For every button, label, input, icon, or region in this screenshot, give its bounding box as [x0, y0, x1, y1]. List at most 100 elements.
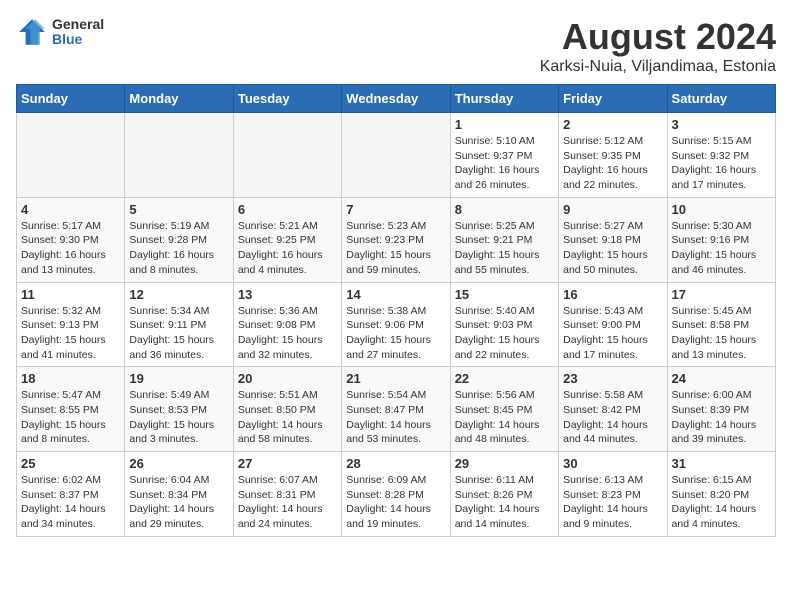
weekday-header-friday: Friday	[559, 85, 667, 113]
day-number: 15	[455, 287, 554, 302]
day-number: 16	[563, 287, 662, 302]
day-info: Sunrise: 6:00 AM Sunset: 8:39 PM Dayligh…	[672, 388, 771, 447]
week-row-5: 25 Sunrise: 6:02 AM Sunset: 8:37 PM Dayli…	[17, 452, 776, 537]
day-number: 7	[346, 202, 445, 217]
weekday-header-thursday: Thursday	[450, 85, 558, 113]
day-number: 13	[238, 287, 337, 302]
day-number: 25	[21, 456, 120, 471]
logo-icon	[16, 16, 48, 48]
day-number: 2	[563, 117, 662, 132]
weekday-header-row: SundayMondayTuesdayWednesdayThursdayFrid…	[17, 85, 776, 113]
calendar-cell: 1 Sunrise: 5:10 AM Sunset: 9:37 PM Daylig…	[450, 113, 558, 198]
calendar-body: 1 Sunrise: 5:10 AM Sunset: 9:37 PM Daylig…	[17, 113, 776, 537]
day-number: 20	[238, 371, 337, 386]
day-number: 23	[563, 371, 662, 386]
calendar-cell: 11Sunrise: 5:32 AM Sunset: 9:13 PM Dayli…	[17, 282, 125, 367]
day-number: 9	[563, 202, 662, 217]
day-number: 30	[563, 456, 662, 471]
week-row-3: 11Sunrise: 5:32 AM Sunset: 9:13 PM Dayli…	[17, 282, 776, 367]
logo-general: General	[52, 17, 104, 32]
day-info: Sunrise: 6:13 AM Sunset: 8:23 PM Dayligh…	[563, 473, 662, 532]
day-info: Sunrise: 5:34 AM Sunset: 9:11 PM Dayligh…	[129, 304, 228, 363]
calendar-cell: 8Sunrise: 5:25 AM Sunset: 9:21 PM Daylig…	[450, 197, 558, 282]
day-info: Sunrise: 5:36 AM Sunset: 9:08 PM Dayligh…	[238, 304, 337, 363]
day-number: 21	[346, 371, 445, 386]
day-number: 5	[129, 202, 228, 217]
day-number: 6	[238, 202, 337, 217]
day-info: Sunrise: 5:45 AM Sunset: 8:58 PM Dayligh…	[672, 304, 771, 363]
calendar-cell: 7 Sunrise: 5:23 AM Sunset: 9:23 PM Daylig…	[342, 197, 450, 282]
calendar-table: SundayMondayTuesdayWednesdayThursdayFrid…	[16, 84, 776, 537]
day-info: Sunrise: 5:56 AM Sunset: 8:45 PM Dayligh…	[455, 388, 554, 447]
day-number: 26	[129, 456, 228, 471]
week-row-4: 18Sunrise: 5:47 AM Sunset: 8:55 PM Dayli…	[17, 367, 776, 452]
calendar-cell: 27Sunrise: 6:07 AM Sunset: 8:31 PM Dayli…	[233, 452, 341, 537]
day-info: Sunrise: 5:54 AM Sunset: 8:47 PM Dayligh…	[346, 388, 445, 447]
calendar-cell	[17, 113, 125, 198]
day-number: 4	[21, 202, 120, 217]
day-info: Sunrise: 5:32 AM Sunset: 9:13 PM Dayligh…	[21, 304, 120, 363]
week-row-1: 1 Sunrise: 5:10 AM Sunset: 9:37 PM Daylig…	[17, 113, 776, 198]
weekday-header-tuesday: Tuesday	[233, 85, 341, 113]
weekday-header-wednesday: Wednesday	[342, 85, 450, 113]
calendar-cell: 2 Sunrise: 5:12 AM Sunset: 9:35 PM Daylig…	[559, 113, 667, 198]
day-info: Sunrise: 5:51 AM Sunset: 8:50 PM Dayligh…	[238, 388, 337, 447]
calendar-cell: 15 Sunrise: 5:40 AM Sunset: 9:03 PM Dayli…	[450, 282, 558, 367]
calendar-cell	[233, 113, 341, 198]
month-title: August 2024	[540, 16, 776, 58]
header: General Blue August 2024 Karksi-Nuia, Vi…	[16, 16, 776, 76]
day-info: Sunrise: 5:30 AM Sunset: 9:16 PM Dayligh…	[672, 219, 771, 278]
calendar-cell: 3Sunrise: 5:15 AM Sunset: 9:32 PM Daylig…	[667, 113, 775, 198]
calendar-cell: 12Sunrise: 5:34 AM Sunset: 9:11 PM Dayli…	[125, 282, 233, 367]
day-info: Sunrise: 5:23 AM Sunset: 9:23 PM Dayligh…	[346, 219, 445, 278]
calendar-cell: 17Sunrise: 5:45 AM Sunset: 8:58 PM Dayli…	[667, 282, 775, 367]
day-info: Sunrise: 5:58 AM Sunset: 8:42 PM Dayligh…	[563, 388, 662, 447]
day-info: Sunrise: 5:27 AM Sunset: 9:18 PM Dayligh…	[563, 219, 662, 278]
day-number: 14	[346, 287, 445, 302]
day-number: 24	[672, 371, 771, 386]
calendar-cell: 14 Sunrise: 5:38 AM Sunset: 9:06 PM Dayli…	[342, 282, 450, 367]
calendar-cell: 31Sunrise: 6:15 AM Sunset: 8:20 PM Dayli…	[667, 452, 775, 537]
day-info: Sunrise: 5:38 AM Sunset: 9:06 PM Dayligh…	[346, 304, 445, 363]
calendar-cell: 16 Sunrise: 5:43 AM Sunset: 9:00 PM Dayli…	[559, 282, 667, 367]
calendar-cell: 20 Sunrise: 5:51 AM Sunset: 8:50 PM Dayli…	[233, 367, 341, 452]
weekday-header-monday: Monday	[125, 85, 233, 113]
day-number: 22	[455, 371, 554, 386]
calendar-cell	[125, 113, 233, 198]
weekday-header-sunday: Sunday	[17, 85, 125, 113]
day-info: Sunrise: 6:11 AM Sunset: 8:26 PM Dayligh…	[455, 473, 554, 532]
title-area: August 2024 Karksi-Nuia, Viljandimaa, Es…	[540, 16, 776, 76]
day-number: 10	[672, 202, 771, 217]
day-number: 1	[455, 117, 554, 132]
day-info: Sunrise: 5:10 AM Sunset: 9:37 PM Dayligh…	[455, 134, 554, 193]
calendar-cell: 4Sunrise: 5:17 AM Sunset: 9:30 PM Daylig…	[17, 197, 125, 282]
week-row-2: 4Sunrise: 5:17 AM Sunset: 9:30 PM Daylig…	[17, 197, 776, 282]
day-info: Sunrise: 6:02 AM Sunset: 8:37 PM Dayligh…	[21, 473, 120, 532]
weekday-header-saturday: Saturday	[667, 85, 775, 113]
day-info: Sunrise: 5:40 AM Sunset: 9:03 PM Dayligh…	[455, 304, 554, 363]
day-number: 19	[129, 371, 228, 386]
calendar-cell: 25 Sunrise: 6:02 AM Sunset: 8:37 PM Dayli…	[17, 452, 125, 537]
calendar-cell: 10 Sunrise: 5:30 AM Sunset: 9:16 PM Dayli…	[667, 197, 775, 282]
day-info: Sunrise: 5:47 AM Sunset: 8:55 PM Dayligh…	[21, 388, 120, 447]
day-number: 29	[455, 456, 554, 471]
calendar-cell: 5Sunrise: 5:19 AM Sunset: 9:28 PM Daylig…	[125, 197, 233, 282]
calendar-cell: 22 Sunrise: 5:56 AM Sunset: 8:45 PM Dayli…	[450, 367, 558, 452]
day-info: Sunrise: 6:15 AM Sunset: 8:20 PM Dayligh…	[672, 473, 771, 532]
calendar-cell: 18Sunrise: 5:47 AM Sunset: 8:55 PM Dayli…	[17, 367, 125, 452]
location-title: Karksi-Nuia, Viljandimaa, Estonia	[540, 58, 776, 76]
calendar-cell: 23 Sunrise: 5:58 AM Sunset: 8:42 PM Dayli…	[559, 367, 667, 452]
day-number: 28	[346, 456, 445, 471]
calendar-cell: 30 Sunrise: 6:13 AM Sunset: 8:23 PM Dayli…	[559, 452, 667, 537]
day-number: 3	[672, 117, 771, 132]
day-info: Sunrise: 5:12 AM Sunset: 9:35 PM Dayligh…	[563, 134, 662, 193]
logo: General Blue	[16, 16, 104, 48]
day-info: Sunrise: 5:21 AM Sunset: 9:25 PM Dayligh…	[238, 219, 337, 278]
calendar-cell: 24 Sunrise: 6:00 AM Sunset: 8:39 PM Dayli…	[667, 367, 775, 452]
day-info: Sunrise: 5:49 AM Sunset: 8:53 PM Dayligh…	[129, 388, 228, 447]
day-info: Sunrise: 5:43 AM Sunset: 9:00 PM Dayligh…	[563, 304, 662, 363]
calendar-cell: 9 Sunrise: 5:27 AM Sunset: 9:18 PM Daylig…	[559, 197, 667, 282]
day-info: Sunrise: 6:09 AM Sunset: 8:28 PM Dayligh…	[346, 473, 445, 532]
calendar-cell: 6 Sunrise: 5:21 AM Sunset: 9:25 PM Daylig…	[233, 197, 341, 282]
day-info: Sunrise: 6:04 AM Sunset: 8:34 PM Dayligh…	[129, 473, 228, 532]
